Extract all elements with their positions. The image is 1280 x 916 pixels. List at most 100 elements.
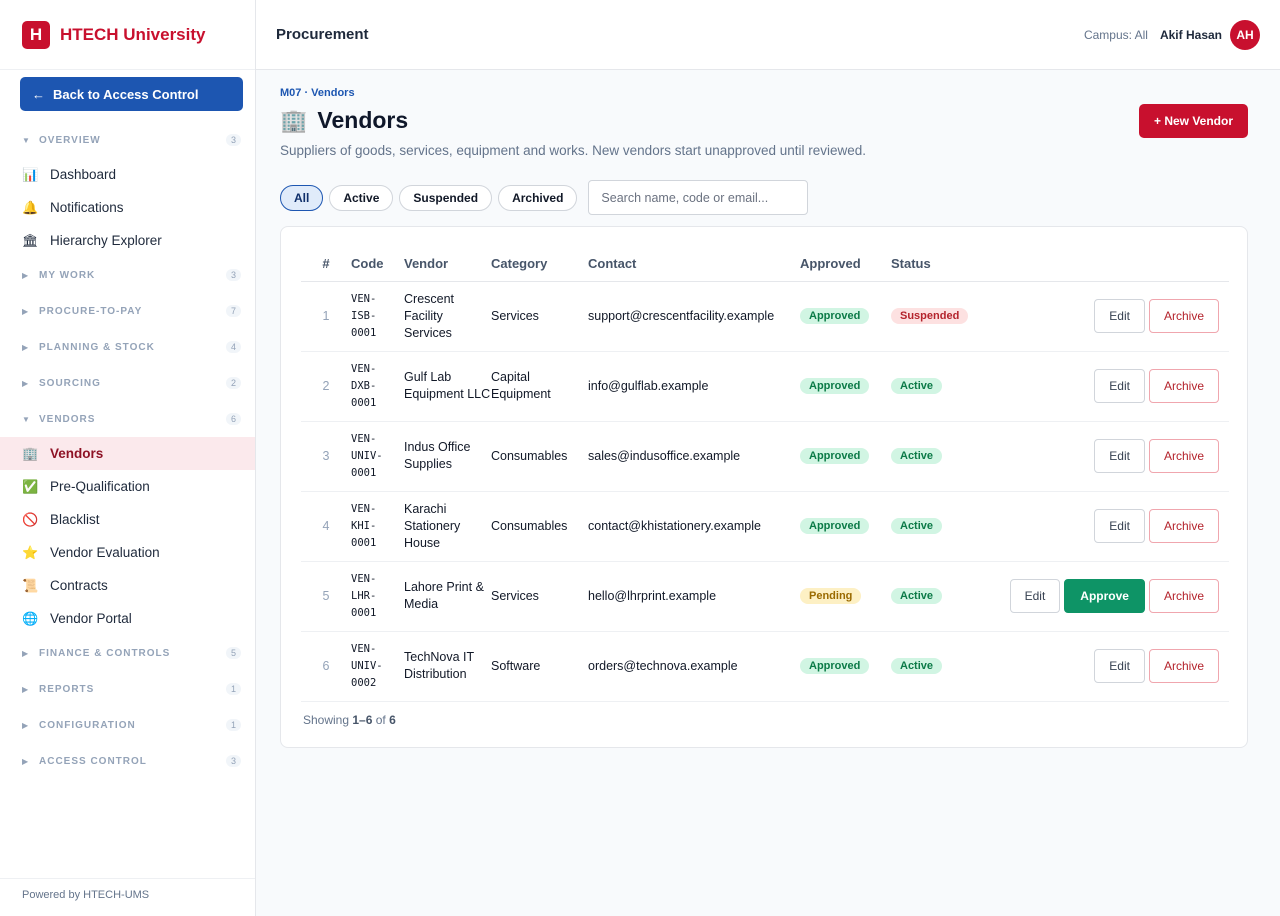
table-row[interactable]: 6 VEN- UNIV- 0002 TechNova IT Distribution…	[301, 631, 1229, 702]
filter-bar: All Active Suspended Archived	[280, 180, 809, 215]
breadcrumb[interactable]: M07 · Vendors	[280, 87, 355, 99]
edit-button[interactable]: Edit	[1094, 439, 1145, 473]
nav-section-finance-controls[interactable]: ▶ FINANCE & CONTROLS 5	[0, 635, 255, 671]
edit-button[interactable]: Edit	[1009, 579, 1061, 613]
nav-section-reports[interactable]: ▶ REPORTS 1	[0, 671, 255, 707]
table-row[interactable]: 4 VEN- KHI- 0001 Karachi Stationery House C…	[301, 491, 1229, 562]
column-header-category[interactable]: Category	[491, 247, 588, 282]
showing-total: 6	[389, 713, 396, 727]
nav-section-count: 5	[225, 647, 241, 659]
sidebar-footer: Powered by HTECH-UMS	[0, 878, 255, 916]
star-icon: ⭐	[22, 544, 39, 560]
vendor-contact: hello@lhrprint.example	[588, 561, 800, 632]
topbar: Procurement Campus: All Akif Hasan AH	[256, 0, 1280, 70]
table-row[interactable]: 3 VEN- UNIV- 0001 Indus Office Supplies Con…	[301, 421, 1229, 492]
column-header-contact[interactable]: Contact	[588, 247, 800, 282]
sidebar: H HTECH University ← Back to Access Cont…	[0, 0, 256, 916]
chevron-right-icon: ▶	[22, 342, 29, 352]
vendor-name[interactable]: Karachi Stationery House	[404, 491, 491, 562]
approved-badge: Approved	[800, 378, 870, 394]
sidebar-nav: ▼ OVERVIEW 3 📊 Dashboard 🔔 Notifications 🏛 Hiera…	[0, 122, 255, 779]
nav-section-count: 7	[225, 305, 241, 317]
status-badge: Suspended	[891, 308, 969, 324]
institution-icon: 🏛	[22, 232, 39, 248]
edit-button[interactable]: Edit	[1094, 649, 1145, 683]
row-number: 5	[301, 561, 351, 632]
sidebar-item-dashboard[interactable]: 📊 Dashboard	[0, 158, 255, 191]
nav-section-procure-to-pay[interactable]: ▶ PROCURE-TO-PAY 7	[0, 293, 255, 329]
row-number: 2	[301, 351, 351, 422]
nav-section-label: CONFIGURATION	[39, 719, 136, 731]
nav-section-count: 1	[225, 719, 241, 731]
nav-section-configuration[interactable]: ▶ CONFIGURATION 1	[0, 707, 255, 743]
sidebar-item-label: Vendor Portal	[50, 611, 132, 626]
nav-section-overview[interactable]: ▼ OVERVIEW 3	[0, 122, 255, 158]
edit-button[interactable]: Edit	[1094, 369, 1145, 403]
status-badge: Active	[891, 448, 943, 464]
column-header-vendor[interactable]: Vendor	[404, 247, 491, 282]
vendor-category: Services	[491, 561, 588, 632]
sidebar-item-blacklist[interactable]: 🚫 Blacklist	[0, 503, 255, 536]
approved-cell: Approved	[800, 631, 891, 702]
vendor-name[interactable]: Crescent Facility Services	[404, 281, 491, 352]
filter-chip-suspended[interactable]: Suspended	[399, 184, 493, 211]
user-name[interactable]: Akif Hasan	[1160, 28, 1222, 42]
row-number: 4	[301, 491, 351, 562]
column-header-code[interactable]: Code	[351, 247, 404, 282]
column-header-number[interactable]: #	[301, 247, 351, 282]
brand[interactable]: H HTECH University	[0, 0, 255, 70]
status-badge: Active	[891, 518, 943, 534]
avatar[interactable]: AH	[1230, 19, 1260, 50]
sidebar-item-label: Pre-Qualification	[50, 479, 150, 494]
sidebar-item-vendors[interactable]: 🏢 Vendors	[0, 437, 255, 470]
nav-section-vendors[interactable]: ▼ VENDORS 6	[0, 401, 255, 437]
sidebar-item-vendor-evaluation[interactable]: ⭐ Vendor Evaluation	[0, 536, 255, 569]
nav-section-access-control[interactable]: ▶ ACCESS CONTROL 3	[0, 743, 255, 779]
search-input[interactable]	[588, 180, 809, 215]
table-row[interactable]: 1 VEN- ISB- 0001 Crescent Facility Service…	[301, 281, 1229, 352]
edit-button[interactable]: Edit	[1094, 509, 1145, 543]
table-row[interactable]: 2 VEN- DXB- 0001 Gulf Lab Equipment LLC Cap…	[301, 351, 1229, 422]
nav-section-count: 1	[225, 683, 241, 695]
vendor-name[interactable]: Indus Office Supplies	[404, 421, 491, 492]
vendor-contact: support@crescentfacility.example	[588, 281, 800, 352]
chevron-right-icon: ▶	[22, 648, 29, 658]
building-icon: 🏢	[22, 445, 39, 461]
archive-button[interactable]: Archive	[1148, 369, 1219, 403]
table-row[interactable]: 5 VEN- LHR- 0001 Lahore Print & Media Servi…	[301, 561, 1229, 632]
archive-button[interactable]: Archive	[1148, 649, 1219, 683]
edit-button[interactable]: Edit	[1094, 299, 1145, 333]
nav-section-sourcing[interactable]: ▶ SOURCING 2	[0, 365, 255, 401]
new-vendor-button[interactable]: + New Vendor	[1139, 104, 1248, 138]
campus-selector[interactable]: Campus: All	[1084, 28, 1148, 42]
filter-chip-archived[interactable]: Archived	[498, 184, 578, 211]
approved-badge: Pending	[800, 588, 862, 604]
archive-button[interactable]: Archive	[1148, 299, 1219, 333]
archive-button[interactable]: Archive	[1148, 509, 1219, 543]
sidebar-item-label: Notifications	[50, 200, 124, 215]
vendor-category: Services	[491, 281, 588, 352]
page-title-text: Vendors	[317, 107, 409, 133]
column-header-status[interactable]: Status	[891, 247, 981, 282]
sidebar-item-vendor-portal[interactable]: 🌐 Vendor Portal	[0, 602, 255, 635]
vendor-name[interactable]: Gulf Lab Equipment LLC	[404, 351, 491, 422]
approved-cell: Approved	[800, 281, 891, 352]
sidebar-item-contracts[interactable]: 📜 Contracts	[0, 569, 255, 602]
archive-button[interactable]: Archive	[1148, 439, 1219, 473]
nav-section-label: VENDORS	[39, 413, 96, 425]
sidebar-item-notifications[interactable]: 🔔 Notifications	[0, 191, 255, 224]
vendor-code: VEN- KHI- 0001	[351, 491, 404, 562]
sidebar-item-pre-qualification[interactable]: ✅ Pre-Qualification	[0, 470, 255, 503]
vendor-name[interactable]: TechNova IT Distribution	[404, 631, 491, 702]
filter-chip-all[interactable]: All	[280, 184, 324, 211]
archive-button[interactable]: Archive	[1148, 579, 1219, 613]
nav-section-planning-stock[interactable]: ▶ PLANNING & STOCK 4	[0, 329, 255, 365]
filter-chip-active[interactable]: Active	[329, 184, 394, 211]
back-to-access-control-button[interactable]: ← Back to Access Control	[20, 77, 243, 111]
vendor-name[interactable]: Lahore Print & Media	[404, 561, 491, 632]
approve-button[interactable]: Approve	[1064, 579, 1145, 613]
column-header-approved[interactable]: Approved	[800, 247, 891, 282]
sidebar-item-hierarchy-explorer[interactable]: 🏛 Hierarchy Explorer	[0, 224, 255, 257]
nav-section-count: 4	[225, 341, 241, 353]
nav-section-my-work[interactable]: ▶ MY WORK 3	[0, 257, 255, 293]
